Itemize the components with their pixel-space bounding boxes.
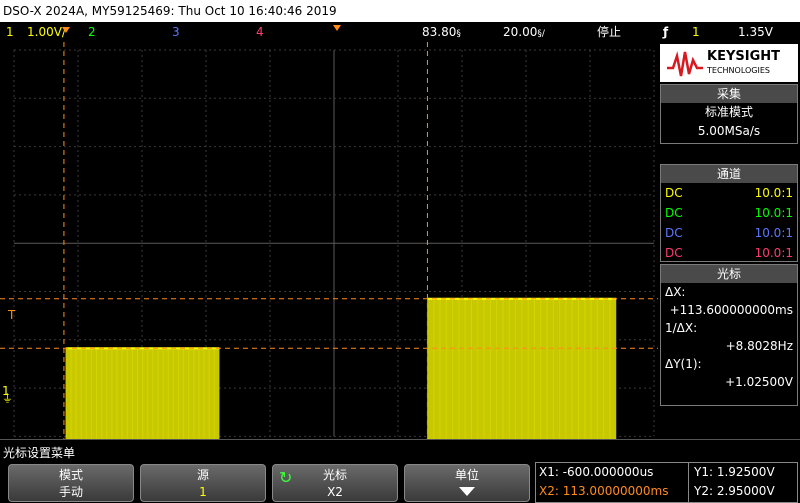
ch4-number[interactable]: 4	[256, 22, 264, 42]
delta-y-value: +1.02500V	[725, 375, 793, 389]
inverse-delta-x-value: +8.8028Hz	[725, 339, 793, 353]
trigger-edge-icon: ƒ	[663, 25, 669, 39]
run-state[interactable]: 停止	[597, 22, 621, 42]
y2-readout: Y2: 2.95000V	[694, 484, 775, 498]
menu-title: 光标设置菜单	[3, 446, 76, 460]
delta-x-label: ΔX:	[665, 285, 686, 299]
source-softkey[interactable]: 源 1	[140, 464, 266, 502]
trigger-level[interactable]: 1.35V	[738, 22, 773, 42]
keysight-wave-icon	[667, 51, 703, 77]
delay-marker-icon	[333, 25, 341, 31]
source-value: 1	[199, 485, 207, 499]
channel-row-1: DC 10.0:1	[665, 186, 793, 200]
mode-value: 手动	[58, 485, 83, 499]
channel-row-4: DC 10.0:1	[665, 246, 793, 260]
keysight-logo: KEYSIGHT TECHNOLOGIES	[660, 44, 798, 82]
side-panel: KEYSIGHT TECHNOLOGIES 采集 标准模式 5.00MSa/s …	[658, 42, 800, 439]
cursors-softkey[interactable]: ↻ 光标 X2	[272, 464, 398, 502]
submenu-arrow-icon	[459, 487, 475, 496]
delta-x-value: +113.600000000ms	[669, 303, 793, 317]
ch1-number[interactable]: 1	[6, 22, 14, 42]
sample-rate: 5.00MSa/s	[697, 124, 761, 138]
x1-readout: X1: -600.000000us	[539, 465, 654, 479]
status-bar: 1 1.00V/ 2 3 4 83.80§ 20.00§/ 停止 ƒ 1 1.3…	[0, 22, 800, 42]
ch3-number[interactable]: 3	[172, 22, 180, 42]
cursors-header: 光标	[661, 265, 797, 283]
acquire-mode: 标准模式	[704, 105, 753, 119]
units-softkey[interactable]: 单位	[404, 464, 530, 502]
channel-row-3: DC 10.0:1	[665, 226, 793, 240]
instrument-title: DSO-X 2024A, MY59125469: Thu Oct 10 16:4…	[3, 4, 337, 18]
x2-readout: X2: 113.00000000ms	[539, 484, 669, 498]
inverse-delta-x-label: 1/ΔX:	[665, 321, 698, 335]
ch2-number[interactable]: 2	[88, 22, 96, 42]
readout-divider	[688, 463, 689, 502]
trigger-position-icon	[62, 27, 70, 33]
ground-icon: ⏚	[2, 392, 13, 405]
source-label: 源	[196, 468, 209, 482]
seconds-unit-icon: §	[456, 29, 461, 39]
mode-label: 模式	[58, 468, 83, 482]
delta-y-label: ΔY(1):	[665, 357, 702, 371]
y1-readout: Y1: 1.92500V	[694, 465, 775, 479]
waveform-graticule	[0, 42, 658, 439]
time-delay[interactable]: 83.80§	[422, 22, 461, 44]
trigger-source[interactable]: 1	[692, 22, 700, 42]
waveform-display[interactable]: T 1 ⏚	[0, 42, 658, 439]
units-label: 单位	[454, 468, 479, 482]
mode-softkey[interactable]: 模式 手动	[8, 464, 134, 502]
cursors-box[interactable]: 光标 ΔX: +113.600000000ms 1/ΔX: +8.8028Hz …	[660, 264, 798, 406]
channels-box[interactable]: 通道 DC 10.0:1 DC 10.0:1 DC 10.0:1 DC 10.0:1	[660, 164, 798, 262]
cursor-readout: X1: -600.000000us X2: 113.00000000ms Y1:…	[535, 462, 798, 503]
acquire-header: 采集	[661, 85, 797, 103]
title-bar: DSO-X 2024A, MY59125469: Thu Oct 10 16:4…	[0, 0, 800, 22]
acquire-box[interactable]: 采集 标准模式 5.00MSa/s	[660, 84, 798, 144]
per-seconds-unit-icon: §/	[537, 29, 545, 39]
entry-knob-icon: ↻	[279, 468, 293, 487]
ch1-scale[interactable]: 1.00V/	[27, 22, 66, 42]
channels-header: 通道	[661, 165, 797, 183]
time-scale[interactable]: 20.00§/	[503, 22, 545, 44]
brand-name: KEYSIGHT	[707, 49, 780, 64]
channel-row-2: DC 10.0:1	[665, 206, 793, 220]
softkey-menu: 光标设置菜单 模式 手动 源 1 ↻ 光标 X2 单位 X1: -600.000…	[0, 439, 800, 503]
trigger-level-marker[interactable]: T	[8, 308, 15, 322]
brand-sub: TECHNOLOGIES	[707, 66, 770, 75]
